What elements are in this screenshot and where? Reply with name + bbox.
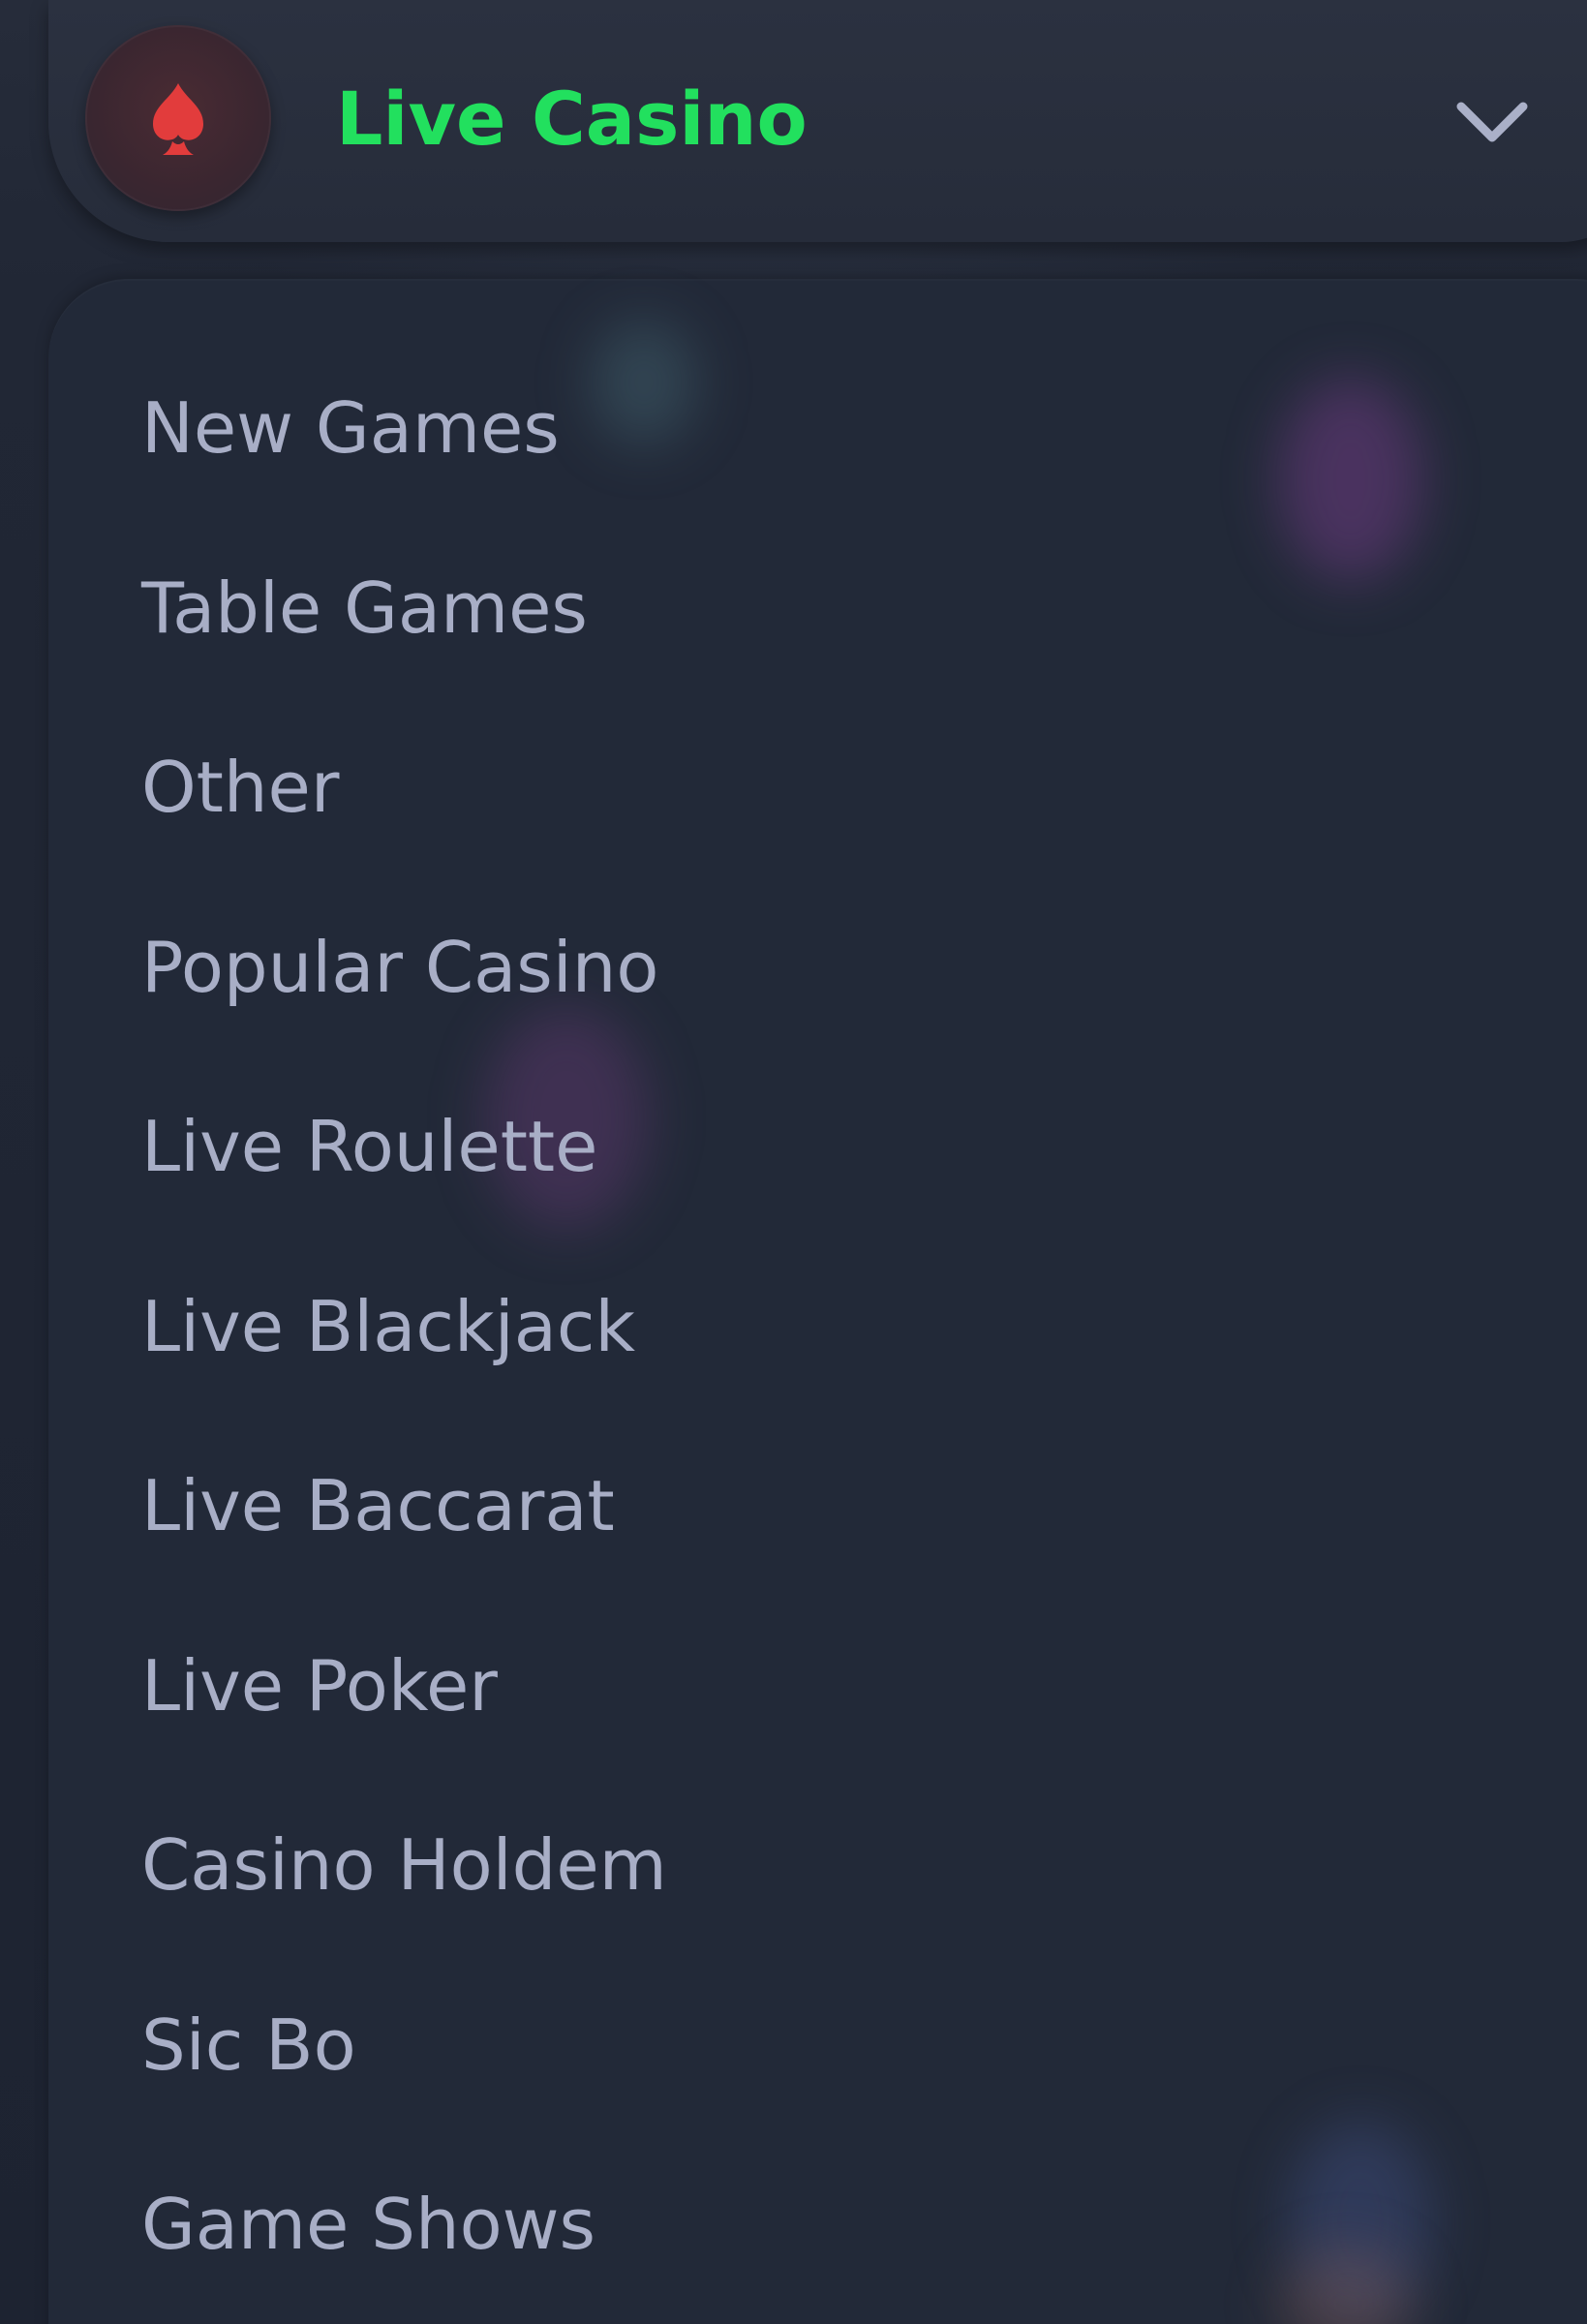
menu-item-other[interactable]: Other bbox=[141, 733, 667, 913]
menu-item-table-games[interactable]: Table Games bbox=[141, 554, 667, 734]
live-casino-submenu: New Games Table Games Other Popular Casi… bbox=[141, 374, 667, 2324]
live-casino-menu-header[interactable]: Live Casino bbox=[48, 0, 1587, 242]
menu-item-game-shows[interactable]: Game Shows bbox=[141, 2170, 667, 2324]
spade-icon bbox=[153, 83, 203, 155]
menu-item-new-games[interactable]: New Games bbox=[141, 374, 667, 554]
menu-item-live-baccarat[interactable]: Live Baccarat bbox=[141, 1452, 667, 1632]
menu-item-live-roulette[interactable]: Live Roulette bbox=[141, 1092, 667, 1272]
category-icon-badge bbox=[85, 25, 271, 211]
menu-item-casino-holdem[interactable]: Casino Holdem bbox=[141, 1811, 667, 1991]
menu-item-sic-bo[interactable]: Sic Bo bbox=[141, 1991, 667, 2171]
header-title: Live Casino bbox=[336, 76, 808, 162]
menu-item-live-poker[interactable]: Live Poker bbox=[141, 1632, 667, 1812]
menu-item-popular-casino[interactable]: Popular Casino bbox=[141, 913, 667, 1093]
chevron-down-icon[interactable] bbox=[1446, 89, 1539, 157]
menu-item-live-blackjack[interactable]: Live Blackjack bbox=[141, 1272, 667, 1452]
